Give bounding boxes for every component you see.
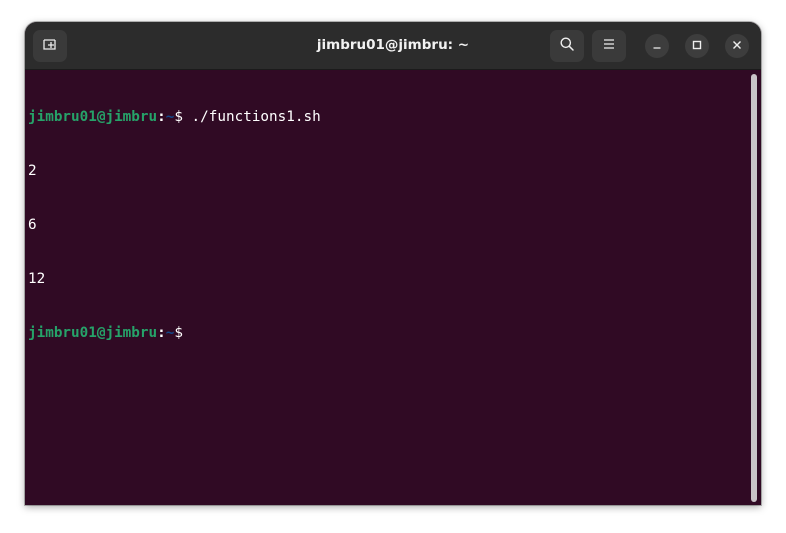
terminal-line: jimbru01@jimbru:~$ ./functions1.sh <box>28 108 321 126</box>
search-button[interactable] <box>550 30 584 62</box>
new-tab-button[interactable] <box>33 30 67 62</box>
terminal-window: jimbru01@jimbru: ~ jimbru01@jimbru:~$ ./… <box>25 22 761 505</box>
search-icon <box>559 36 575 57</box>
terminal-output: jimbru01@jimbru:~$ ./functions1.sh 2 6 1… <box>28 72 321 378</box>
new-tab-icon <box>42 36 58 57</box>
prompt-dollar: $ <box>174 109 183 125</box>
minimize-icon <box>652 37 662 55</box>
maximize-icon <box>692 37 702 55</box>
window-title: jimbru01@jimbru: ~ <box>316 37 470 53</box>
maximize-button[interactable] <box>685 34 709 58</box>
headerbar: jimbru01@jimbru: ~ <box>25 22 761 70</box>
prompt-colon: : <box>157 325 166 341</box>
menu-button[interactable] <box>592 30 626 62</box>
close-button[interactable] <box>725 34 749 58</box>
prompt-user-host: jimbru01@jimbru <box>28 109 158 125</box>
scrollbar[interactable] <box>751 74 757 502</box>
terminal-view[interactable]: jimbru01@jimbru:~$ ./functions1.sh 2 6 1… <box>25 70 761 505</box>
terminal-line: jimbru01@jimbru:~$ <box>28 324 321 342</box>
close-icon <box>732 37 742 55</box>
terminal-line: 2 <box>28 163 37 179</box>
terminal-line: 6 <box>28 217 37 233</box>
prompt-user-host: jimbru01@jimbru <box>28 325 158 341</box>
prompt-dollar: $ <box>174 325 183 341</box>
command-text: ./functions1.sh <box>182 109 321 125</box>
terminal-line: 12 <box>28 271 46 287</box>
prompt-colon: : <box>157 109 166 125</box>
hamburger-menu-icon <box>602 37 616 56</box>
minimize-button[interactable] <box>645 34 669 58</box>
